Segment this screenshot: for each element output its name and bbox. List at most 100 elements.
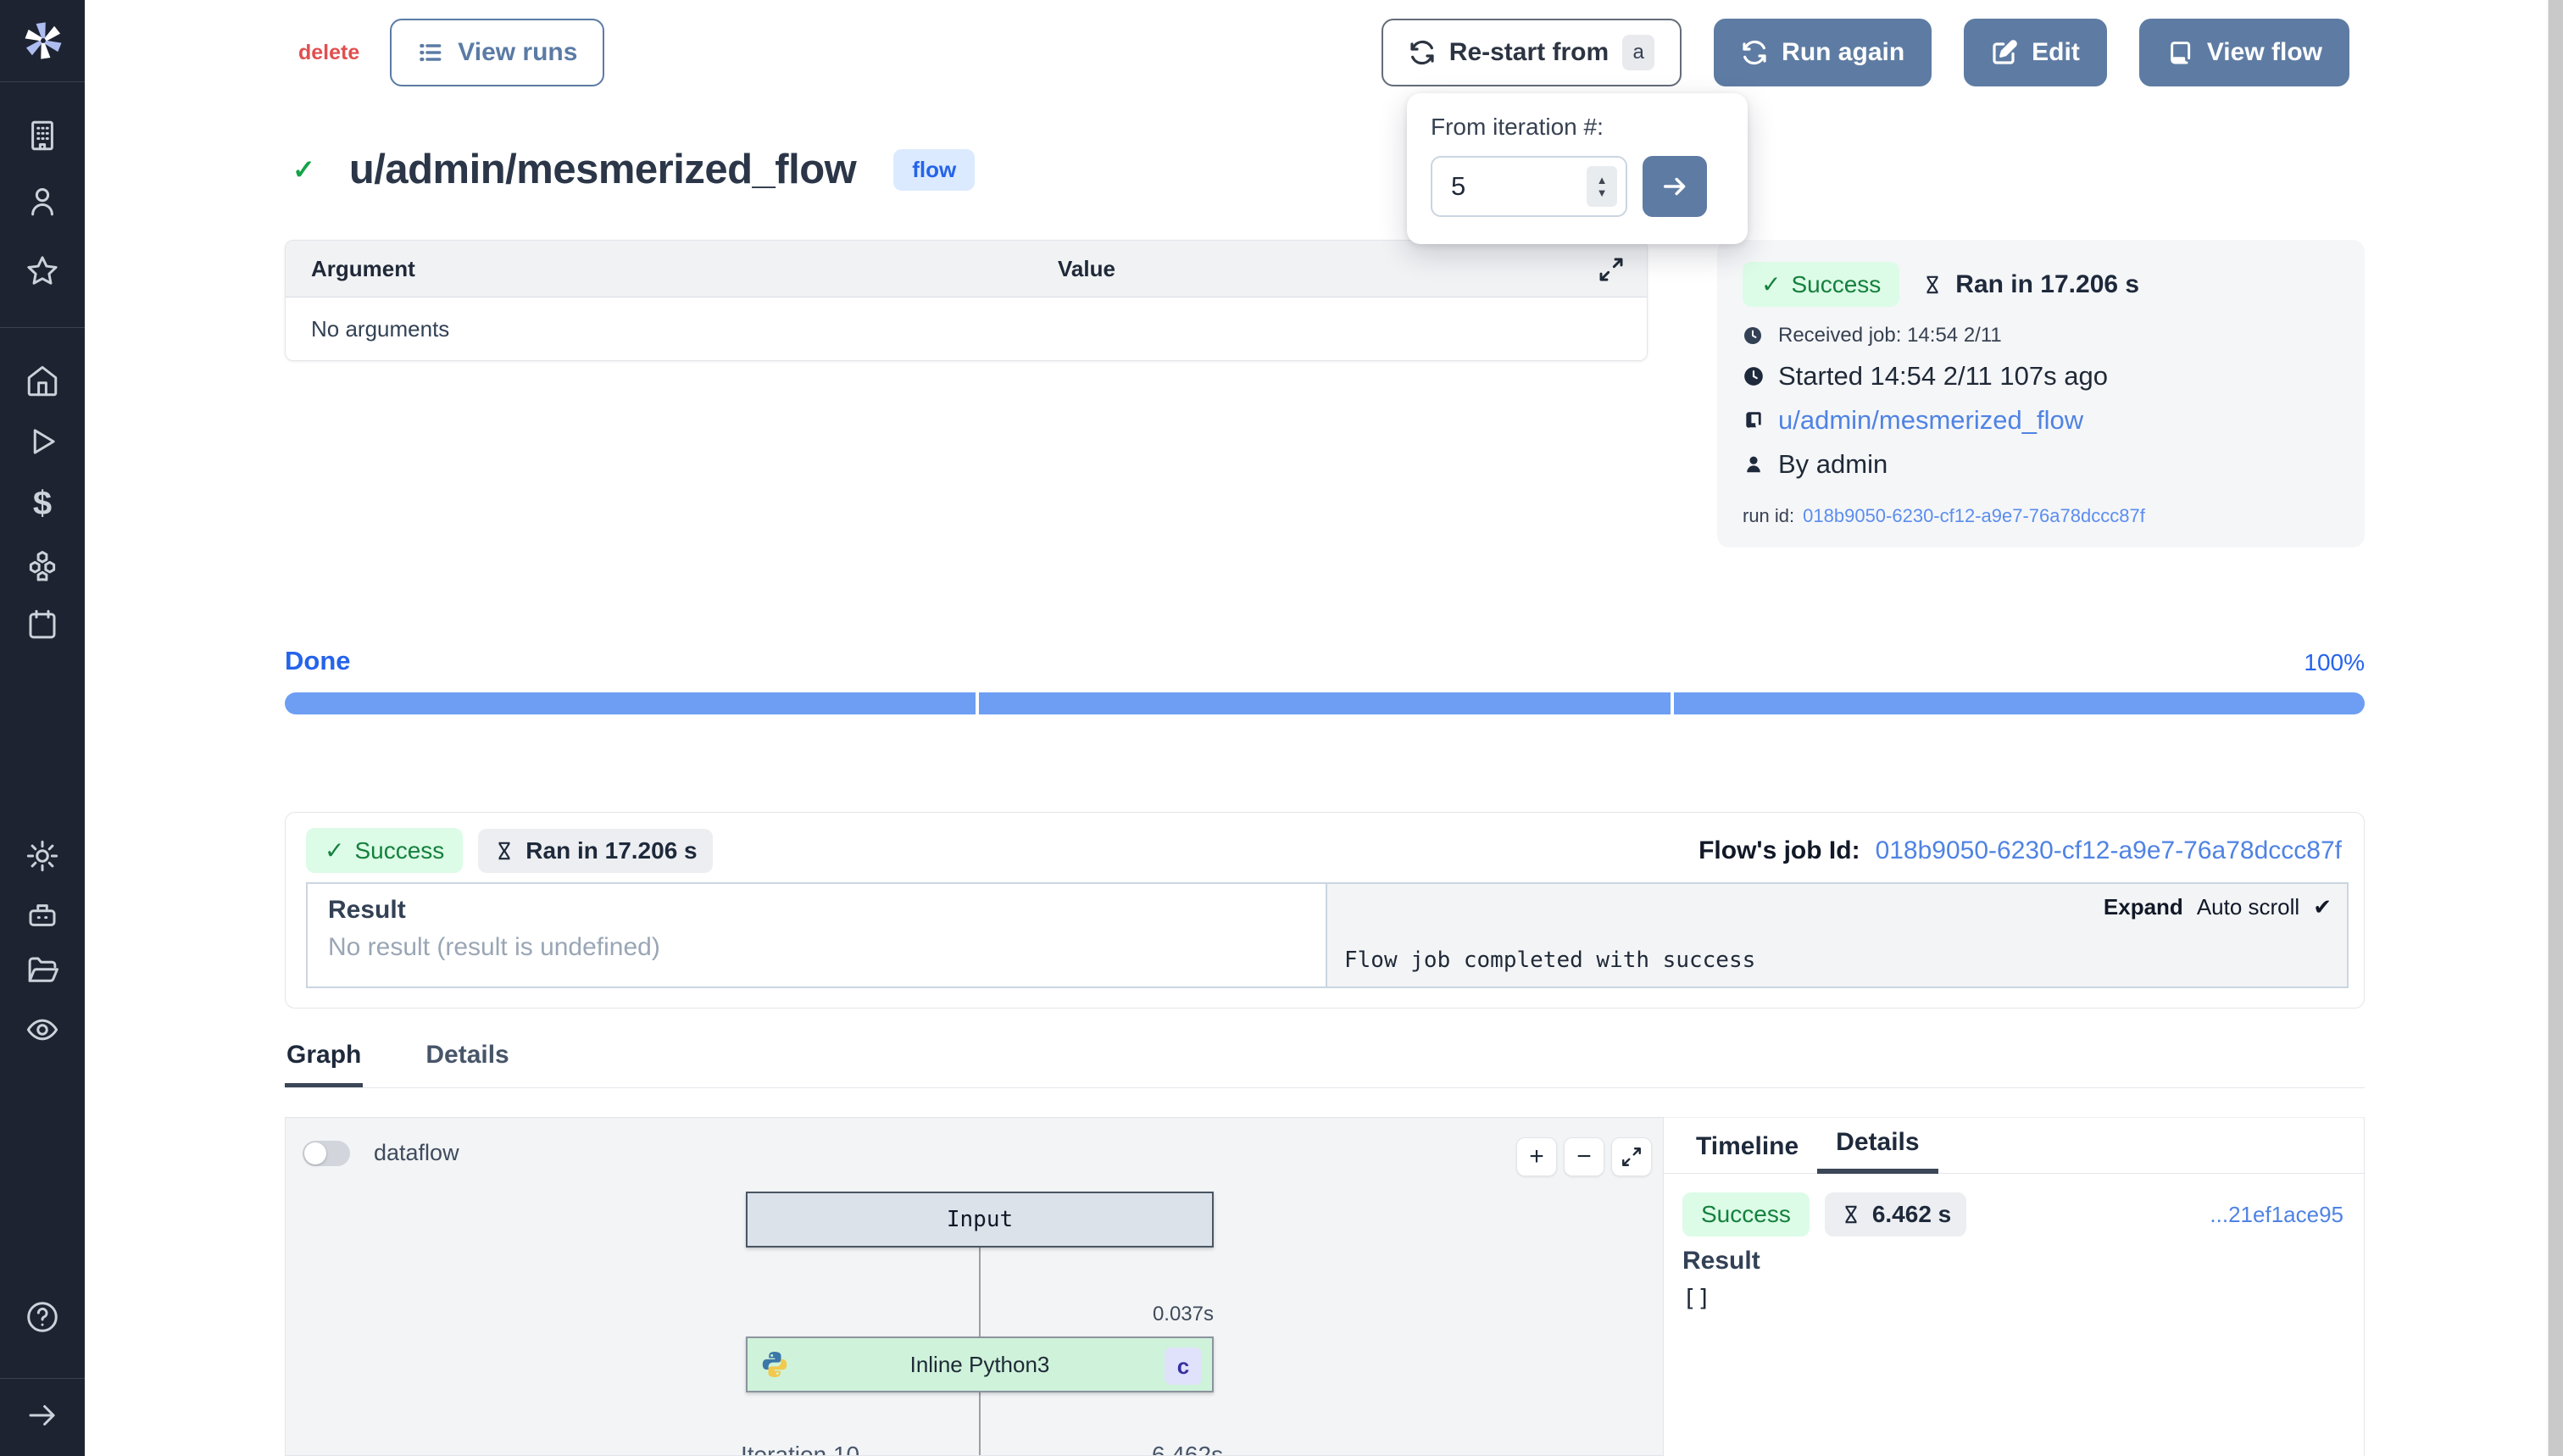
scrollbar-thumb[interactable] bbox=[2549, 0, 2563, 1456]
progress-labels: Done 100% bbox=[285, 646, 2365, 676]
flow-type-badge: flow bbox=[893, 149, 975, 191]
run-id-link[interactable]: 018b9050-6230-cf12-a9e7-76a78dccc87f bbox=[1803, 505, 2145, 527]
input-node[interactable]: Input bbox=[746, 1192, 1214, 1248]
received-job-row: Received job: 14:54 2/11 bbox=[1743, 324, 2339, 347]
expand-icon bbox=[1621, 1146, 1643, 1168]
progress-segment bbox=[1674, 692, 2365, 714]
flow-path-row: u/admin/mesmerized_flow bbox=[1743, 405, 2339, 436]
hourglass-icon bbox=[493, 840, 515, 862]
scrollbar[interactable] bbox=[2548, 0, 2563, 1456]
flow-edge bbox=[979, 1392, 981, 1456]
spin-down-icon[interactable]: ▼ bbox=[1597, 187, 1608, 198]
settings-gear-icon[interactable] bbox=[24, 837, 61, 875]
list-icon bbox=[417, 39, 444, 66]
run-info-panel: ✓ Success Ran in 17.206 s Received job: … bbox=[1717, 240, 2365, 547]
zoom-in-button[interactable]: + bbox=[1516, 1137, 1557, 1176]
resources-boxes-icon[interactable] bbox=[24, 547, 61, 585]
variables-dollar-icon[interactable]: $ bbox=[24, 485, 61, 522]
edit-button[interactable]: Edit bbox=[1964, 19, 2107, 86]
clock-icon bbox=[1743, 365, 1765, 387]
page-title: u/admin/mesmerized_flow bbox=[349, 146, 856, 193]
fullscreen-button[interactable] bbox=[1611, 1137, 1652, 1176]
workspace-building-icon[interactable] bbox=[24, 117, 61, 154]
number-spinner[interactable]: ▲ ▼ bbox=[1587, 166, 1617, 207]
expand-sidebar-arrow-icon[interactable] bbox=[24, 1397, 61, 1434]
refresh-icon bbox=[1741, 39, 1768, 66]
view-runs-button[interactable]: View runs bbox=[390, 19, 604, 86]
flow-scroll-icon bbox=[2166, 39, 2193, 66]
title-row: ✓ u/admin/mesmerized_flow flow bbox=[292, 146, 975, 193]
progress-segment bbox=[979, 692, 1670, 714]
tab-graph[interactable]: Graph bbox=[285, 1041, 363, 1087]
sidebar-divider bbox=[0, 1378, 85, 1379]
sidebar: $ bbox=[0, 0, 85, 1456]
column-value: Value bbox=[1058, 256, 1115, 282]
restart-from-popup: From iteration #: ▲ ▼ bbox=[1407, 93, 1748, 244]
arguments-table: Argument Value No arguments bbox=[285, 240, 1648, 361]
iteration-value-field[interactable] bbox=[1451, 171, 1578, 202]
python-step-node[interactable]: Inline Python3 c bbox=[746, 1337, 1214, 1392]
favorites-star-icon[interactable] bbox=[24, 253, 61, 290]
flow-path-link[interactable]: u/admin/mesmerized_flow bbox=[1778, 405, 2083, 436]
audit-eye-icon[interactable] bbox=[24, 1011, 61, 1048]
expand-arguments-icon[interactable] bbox=[1598, 256, 1625, 283]
sidebar-divider bbox=[0, 327, 85, 328]
run-again-button[interactable]: Run again bbox=[1714, 19, 1932, 86]
status-badge: Success bbox=[1682, 1192, 1810, 1236]
status-badge: ✓ Success bbox=[306, 828, 463, 873]
progress-segment bbox=[285, 692, 976, 714]
help-icon[interactable] bbox=[24, 1298, 61, 1336]
duration-text: Ran in 17.206 s bbox=[1921, 270, 2139, 299]
hourglass-icon bbox=[1921, 274, 1943, 296]
column-argument: Argument bbox=[286, 256, 1058, 282]
step-job-link[interactable]: ...21ef1ace95 bbox=[2210, 1202, 2343, 1228]
refresh-icon bbox=[1409, 39, 1436, 66]
restart-from-button[interactable]: Re-start from a bbox=[1382, 19, 1682, 86]
job-id-label: Flow's job Id: bbox=[1698, 836, 1860, 865]
check-icon: ✓ bbox=[325, 836, 344, 864]
progress-bar bbox=[285, 692, 2365, 714]
flow-scroll-icon bbox=[1743, 409, 1765, 431]
result-empty-text: No result (result is undefined) bbox=[328, 933, 1305, 962]
tab-timeline[interactable]: Timeline bbox=[1696, 1132, 1817, 1173]
step-result-value: [] bbox=[1682, 1284, 1711, 1312]
confirm-restart-button[interactable] bbox=[1643, 156, 1707, 217]
tab-details[interactable]: Details bbox=[424, 1041, 510, 1087]
spin-up-icon[interactable]: ▲ bbox=[1597, 175, 1608, 186]
header-actions: Re-start from a Run again Edit View flow bbox=[1382, 19, 2349, 86]
result-box: Result No result (result is undefined) bbox=[306, 882, 1327, 988]
run-id-row: run id: 018b9050-6230-cf12-a9e7-76a78dcc… bbox=[1743, 505, 2339, 527]
clock-icon bbox=[1743, 325, 1763, 346]
zoom-out-button[interactable]: − bbox=[1564, 1137, 1604, 1176]
arrow-right-icon bbox=[1660, 172, 1689, 201]
schedules-calendar-icon[interactable] bbox=[24, 606, 61, 643]
user-icon[interactable] bbox=[24, 183, 61, 220]
workers-robot-icon[interactable] bbox=[24, 897, 61, 934]
dataflow-toggle[interactable] bbox=[303, 1141, 350, 1166]
autoscroll-toggle[interactable]: Auto scroll bbox=[2197, 894, 2299, 920]
success-check-icon: ✓ bbox=[292, 153, 315, 186]
home-icon[interactable] bbox=[24, 363, 61, 400]
expand-log-button[interactable]: Expand bbox=[2104, 894, 2183, 920]
sidebar-divider bbox=[0, 81, 85, 82]
log-box[interactable]: Expand Auto scroll ✔ Flow job completed … bbox=[1327, 882, 2349, 988]
dataflow-label: dataflow bbox=[374, 1140, 459, 1166]
started-row: Started 14:54 2/11 107s ago bbox=[1743, 361, 2339, 392]
progress-status: Done bbox=[285, 646, 351, 676]
iteration-number-input[interactable]: ▲ ▼ bbox=[1431, 156, 1627, 217]
cache-badge: c bbox=[1165, 1348, 1202, 1385]
progress-percent: 100% bbox=[2304, 649, 2365, 676]
log-line: Flow job completed with success bbox=[1344, 948, 1755, 973]
arguments-table-header: Argument Value bbox=[286, 241, 1647, 297]
view-flow-button[interactable]: View flow bbox=[2139, 19, 2349, 86]
flow-graph-panel: dataflow + − Input 0.037s Inline Python3… bbox=[285, 1117, 1664, 1456]
header-left: delete View runs bbox=[298, 19, 604, 86]
step-result-title: Result bbox=[1682, 1247, 1760, 1275]
tab-step-details[interactable]: Details bbox=[1817, 1128, 1938, 1174]
folders-icon[interactable] bbox=[24, 952, 61, 989]
runs-play-icon[interactable] bbox=[24, 423, 61, 460]
windmill-logo-icon[interactable] bbox=[19, 17, 67, 64]
delete-button[interactable]: delete bbox=[298, 41, 359, 65]
job-id-link[interactable]: 018b9050-6230-cf12-a9e7-76a78dccc87f bbox=[1876, 836, 2342, 865]
edit-pencil-icon bbox=[1991, 39, 2018, 66]
